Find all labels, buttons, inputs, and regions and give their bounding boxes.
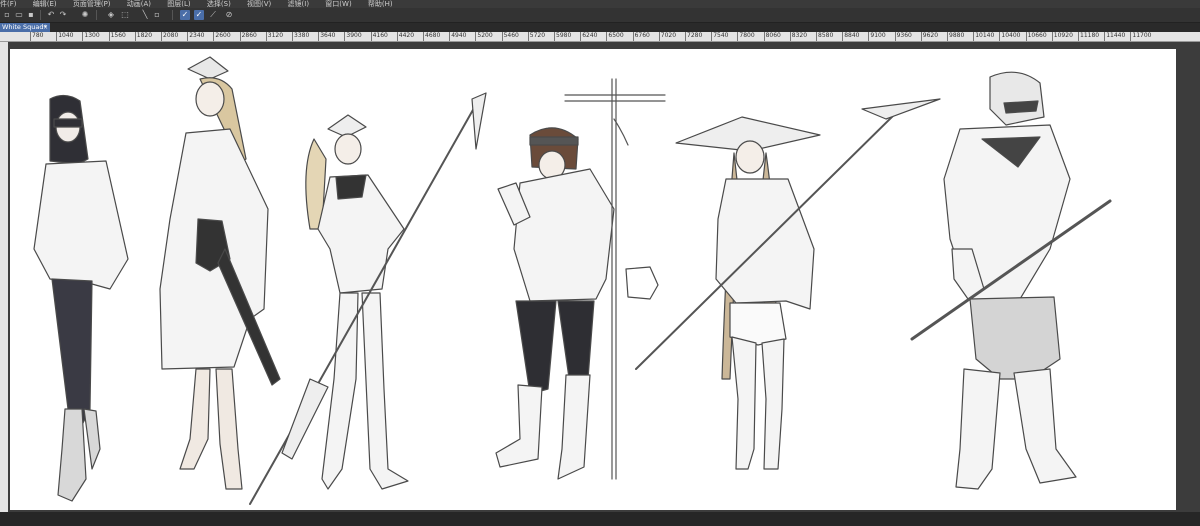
selection-icon[interactable]: ⬚ (120, 10, 130, 20)
character-lineup-artwork (33, 56, 1112, 505)
ruler-tick-label: 3900 (344, 32, 362, 41)
ruler-tick-label: 4160 (370, 32, 388, 41)
ruler-tick-label: 4680 (423, 32, 441, 41)
ruler-tick-label: 8580 (816, 32, 834, 41)
menu-animation[interactable]: 动画(A) (127, 0, 151, 8)
ruler-tick-label: 780 (30, 32, 44, 41)
ruler-tick-label: 3120 (265, 32, 284, 41)
document-tab[interactable]: White Squad* × (0, 23, 50, 32)
ruler-tick-label: 5200 (475, 32, 493, 41)
clear-icon[interactable]: ╲ (140, 10, 150, 20)
toolbar-separator (40, 10, 41, 20)
character-2-figure (159, 56, 281, 490)
menu-layer[interactable]: 图层(L) (167, 0, 190, 8)
menu-page-management[interactable]: 页面管理(P) (73, 0, 111, 8)
ruler-tick-label: 6500 (606, 32, 624, 41)
ruler-tick-label: 3380 (292, 32, 310, 41)
eraser-icon[interactable]: ⟋ (208, 10, 218, 20)
ruler-tick-label: 1820 (134, 32, 153, 41)
ruler-tick-label: 11700 (1130, 32, 1152, 41)
ruler-pen-icon[interactable]: ✓ (194, 10, 204, 20)
ruler-tick-label: 6240 (580, 32, 598, 41)
document-tab-bar: White Squad* × (0, 23, 1200, 32)
menu-view[interactable]: 视图(V) (247, 0, 271, 8)
ruler-tick-label: 4420 (396, 32, 415, 41)
ruler-tick-label: 9100 (868, 32, 886, 41)
ruler-tick-label: 10140 (973, 32, 995, 41)
staff-head (861, 98, 941, 120)
character-5-figure (675, 116, 821, 470)
ruler-tick-label: 7280 (685, 32, 703, 41)
menu-help[interactable]: 帮助(H) (368, 0, 393, 8)
ruler-tick-label: 2860 (239, 32, 257, 41)
ruler-tick-label: 2340 (187, 32, 205, 41)
ruler-tick-label: 1040 (56, 32, 74, 41)
undo-icon[interactable]: ↶ (46, 10, 56, 20)
ruler-tick-label: 8320 (789, 32, 808, 41)
ruler-tick-label: 11180 (1078, 32, 1100, 41)
spear-blade-bottom (281, 378, 329, 460)
ruler-tick-label: 9620 (920, 32, 939, 41)
character-1-figure (33, 94, 129, 502)
toolbar-separator (172, 10, 173, 20)
horizontal-ruler: 780 1040 1300 1560 1820 2080 2340 2600 2860 3120 3… (0, 32, 1200, 42)
loading-icon[interactable]: ✺ (80, 10, 90, 20)
document-tab-title: White Squad* (2, 23, 47, 31)
toolbar-separator (96, 10, 97, 20)
ruler-tick-label: 5460 (501, 32, 519, 41)
ruler-tick-label: 2080 (161, 32, 179, 41)
character-4-figure (495, 127, 659, 480)
ruler-tick-label: 1300 (82, 32, 100, 41)
ruler-tick-label: 4940 (449, 32, 467, 41)
menu-file[interactable]: 件(F) (0, 0, 17, 8)
menu-edit[interactable]: 编辑(E) (33, 0, 57, 8)
ruler-tick-label: 11440 (1104, 32, 1126, 41)
open-icon[interactable]: ▭ (14, 10, 24, 20)
character-3-figure (305, 114, 409, 490)
save-icon[interactable]: ▪ (26, 10, 36, 20)
ruler-tick-label: 8060 (763, 32, 781, 41)
fill-icon[interactable]: ▫ (152, 10, 162, 20)
ruler-tick-label: 5980 (554, 32, 572, 41)
spear-blade-top (471, 92, 487, 150)
transform-icon[interactable]: ◈ (106, 10, 116, 20)
ruler-tick-label: 7800 (737, 32, 755, 41)
ruler-tick-label: 5720 (527, 32, 546, 41)
ruler-tick-label: 10400 (999, 32, 1021, 41)
status-bar (0, 512, 1200, 526)
ruler-tick-label: 8840 (842, 32, 860, 41)
ruler-tick-label: 1560 (108, 32, 126, 41)
ruler-tick-label: 7020 (658, 32, 677, 41)
menu-selection[interactable]: 选择(S) (207, 0, 231, 8)
menu-window[interactable]: 窗口(W) (325, 0, 351, 8)
menu-filter[interactable]: 滤镜(I) (288, 0, 310, 8)
ruler-tick-label: 2600 (213, 32, 231, 41)
ruler-tick-label: 6760 (632, 32, 650, 41)
new-icon[interactable]: ▫ (2, 10, 12, 20)
ruler-tick-label: 9360 (894, 32, 912, 41)
correction-icon[interactable]: ⊘ (224, 10, 234, 20)
close-icon[interactable]: × (43, 23, 48, 32)
ruler-tick-label: 10920 (1051, 32, 1073, 41)
redo-icon[interactable]: ↷ (58, 10, 68, 20)
ruler-tick-label: 3640 (318, 32, 336, 41)
spear-shaft (249, 100, 479, 505)
menu-bar: 件(F) 编辑(E) 页面管理(P) 动画(A) 图层(L) 选择(S) 视图(… (0, 0, 1200, 8)
command-toolbar: ▫ ▭ ▪ ↶ ↷ ✺ ◈ ⬚ ╲ ▫ ✓ ✓ ⟋ ⊘ (0, 8, 1200, 23)
drawing-canvas[interactable] (10, 49, 1176, 510)
ruler-tick-label: 9880 (947, 32, 965, 41)
pen-icon[interactable]: ✓ (180, 10, 190, 20)
ruler-tick-label: 10660 (1025, 32, 1047, 41)
ruler-tick-label: 7540 (711, 32, 729, 41)
character-6-figure (943, 71, 1077, 490)
